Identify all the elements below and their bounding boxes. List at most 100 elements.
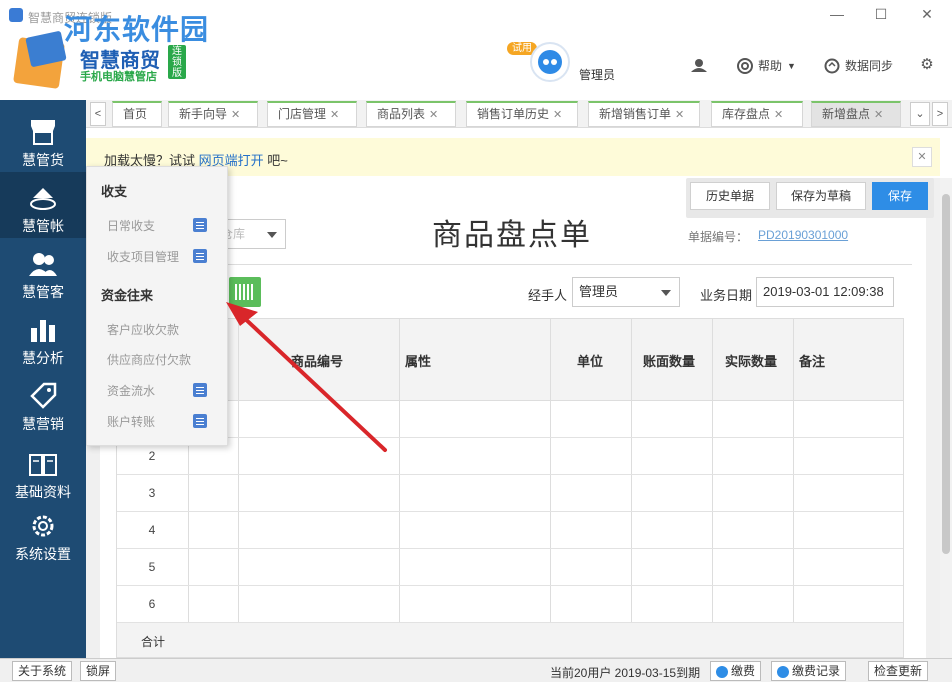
handler-select[interactable]: 管理员 xyxy=(572,277,680,307)
row-number: 6 xyxy=(148,597,156,611)
chevron-down-icon xyxy=(267,232,277,238)
doc-number-label: 单据编号： xyxy=(688,230,749,244)
menu-item-cash-flow[interactable]: 资金流水 xyxy=(107,382,155,399)
menu-item-receivables[interactable]: 客户应收欠款 xyxy=(107,321,179,338)
col-header-attr: 属性 xyxy=(405,354,432,369)
doc-number: PD20190301000 xyxy=(758,228,849,242)
payment-icon xyxy=(777,665,789,678)
tab-sales-history[interactable]: 销售订单历史 ✕ xyxy=(466,101,578,127)
pay-button[interactable]: 缴费 xyxy=(710,661,762,681)
close-window-button[interactable]: ✕ xyxy=(916,5,938,23)
settings-button[interactable]: ⚙ xyxy=(919,57,935,73)
date-input[interactable]: 2019-03-01 12:09:38 xyxy=(756,277,894,307)
maximize-button[interactable]: ☐ xyxy=(870,5,892,23)
sidebar-label: 慧管客 xyxy=(22,284,64,300)
tab-scroll-right[interactable]: > xyxy=(932,102,948,126)
payment-icon xyxy=(716,665,728,678)
calculator-icon xyxy=(193,249,207,263)
total-label: 合计 xyxy=(141,635,166,649)
tab-home[interactable]: 首页 xyxy=(112,101,162,127)
minimize-button[interactable]: — xyxy=(826,5,848,23)
menu-item-transfer[interactable]: 账户转账 xyxy=(107,413,155,430)
tab-list-dropdown[interactable]: ⌄ xyxy=(910,102,930,126)
close-icon[interactable]: ✕ xyxy=(553,109,562,121)
sync-button[interactable]: 数据同步 xyxy=(824,57,893,74)
row-number: 4 xyxy=(148,523,156,537)
sidebar-item-accounts[interactable]: 慧管帐 xyxy=(0,172,86,238)
chevron-down-icon xyxy=(661,290,671,296)
close-icon[interactable]: ✕ xyxy=(675,109,684,121)
store-icon xyxy=(31,120,55,145)
status-bar: 关于系统 锁屏 当前20用户 2019-03-15到期 缴费 缴费记录 检查更新 xyxy=(0,658,952,682)
lock-screen-button[interactable]: 锁屏 xyxy=(80,661,117,681)
sidebar-item-goods[interactable]: 慧管货 xyxy=(0,106,86,172)
sidebar-label: 慧管帐 xyxy=(22,218,64,234)
close-icon[interactable]: ✕ xyxy=(874,109,883,121)
page-title: 商品盘点单 xyxy=(432,219,592,252)
tab-products[interactable]: 商品列表 ✕ xyxy=(366,101,456,127)
avatar-icon xyxy=(538,50,562,74)
tab-store[interactable]: 门店管理 ✕ xyxy=(267,101,357,127)
sidebar-item-customers[interactable]: 慧管客 xyxy=(0,238,86,304)
pay-history-button[interactable]: 缴费记录 xyxy=(771,661,847,681)
sidebar-label: 慧管货 xyxy=(22,152,64,168)
row-number: 5 xyxy=(148,560,156,574)
save-button[interactable]: 保存 xyxy=(872,182,928,210)
table-header: 商品编号 属性 单位 账面数量 实际数量 备注 xyxy=(117,319,903,401)
save-draft-button[interactable]: 保存为草稿 xyxy=(776,182,866,210)
date-label: 业务日期 xyxy=(700,288,753,303)
brand-slogan: 手机电脑慧管店 xyxy=(80,71,157,83)
close-icon[interactable]: ✕ xyxy=(429,109,438,121)
avatar[interactable] xyxy=(530,42,570,82)
handler-label: 经手人 xyxy=(528,288,568,303)
book-icon xyxy=(29,454,57,476)
tab-bar: < 首页 新手向导 ✕ 门店管理 ✕ 商品列表 ✕ 销售订单历史 ✕ 新增销售订单 ✕ 库… xyxy=(86,100,952,128)
sidebar-item-settings[interactable]: 系统设置 xyxy=(0,500,86,566)
sync-label: 数据同步 xyxy=(845,59,894,73)
total-row: 合计 xyxy=(117,623,903,657)
scrollbar-thumb[interactable] xyxy=(942,194,950,554)
title-bar: 智慧商贸连锁版 河东软件园 智慧商贸 连锁版 手机电脑慧管店 试用 管理员 帮助… xyxy=(0,0,952,100)
about-button[interactable]: 关于系统 xyxy=(12,661,73,681)
history-button[interactable]: 历史单据 xyxy=(690,182,770,210)
menu-item-daily-income[interactable]: 日常收支 xyxy=(107,217,155,234)
sidebar-item-marketing[interactable]: 慧营销 xyxy=(0,370,86,436)
bar-chart-icon xyxy=(31,320,55,342)
barcode-icon xyxy=(235,284,255,300)
chevron-down-icon: ▼ xyxy=(787,60,796,71)
tab-guide[interactable]: 新手向导 ✕ xyxy=(168,101,258,127)
toolbar: 历史单据 保存为草稿 保存 xyxy=(686,178,934,218)
close-icon[interactable]: ✕ xyxy=(231,109,240,121)
close-icon[interactable]: ✕ xyxy=(330,109,339,121)
lifebuoy-icon xyxy=(737,57,753,74)
row-number: 3 xyxy=(148,486,156,500)
vertical-scrollbar[interactable] xyxy=(940,178,952,658)
calculator-icon xyxy=(193,414,207,428)
sidebar-label: 系统设置 xyxy=(15,546,71,562)
customers-icon xyxy=(29,253,57,276)
menu-item-payables[interactable]: 供应商应付欠款 xyxy=(107,351,191,368)
license-info: 当前20用户 2019-03-15到期 xyxy=(550,666,701,680)
tab-new-sales[interactable]: 新增销售订单 ✕ xyxy=(588,101,700,127)
check-update-button[interactable]: 检查更新 xyxy=(868,661,929,681)
gear-icon xyxy=(32,515,54,537)
inventory-table: 商品编号 属性 单位 账面数量 实际数量 备注 1 2 3 4 5 6 合计 xyxy=(116,318,904,658)
tab-new-check[interactable]: 新增盘点 ✕ xyxy=(811,101,901,127)
help-menu[interactable]: 帮助 ▼ xyxy=(737,57,796,74)
service-button[interactable] xyxy=(690,57,707,73)
menu-section-funds: 资金往来 xyxy=(101,288,154,303)
barcode-scan-button[interactable] xyxy=(229,277,261,307)
close-icon[interactable]: ✕ xyxy=(774,109,783,121)
menu-item-income-categories[interactable]: 收支项目管理 xyxy=(107,248,179,265)
menu-section-income: 收支 xyxy=(101,184,128,199)
brand-edition-tag: 连锁版 xyxy=(168,45,186,79)
sidebar-item-basics[interactable]: 基础资料 xyxy=(0,438,86,504)
notice-close-button[interactable]: ✕ xyxy=(912,147,932,167)
tab-scroll-left[interactable]: < xyxy=(90,102,106,126)
col-header-sku: 商品编号 xyxy=(291,354,344,369)
sidebar-label: 慧分析 xyxy=(22,350,64,366)
user-name[interactable]: 管理员 xyxy=(579,66,615,83)
sidebar-item-analysis[interactable]: 慧分析 xyxy=(0,304,86,370)
calculator-icon xyxy=(193,218,207,232)
tab-stock-check[interactable]: 库存盘点 ✕ xyxy=(711,101,803,127)
